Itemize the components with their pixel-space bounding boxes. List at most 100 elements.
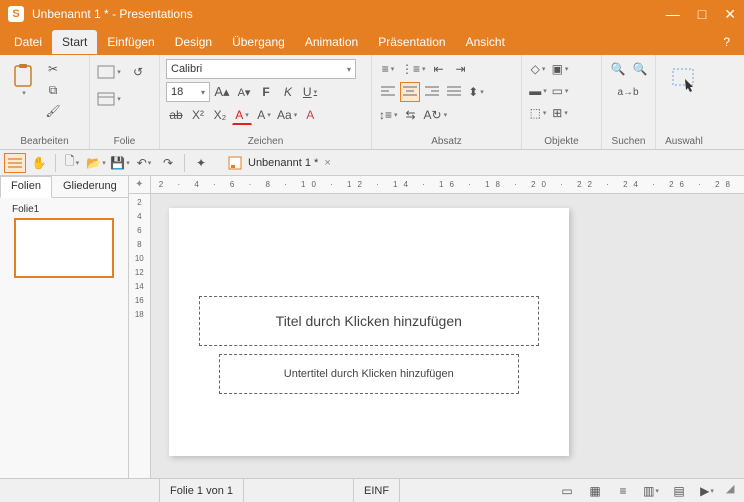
slide[interactable]: Titel durch Klicken hinzufügen Untertite… [169,208,569,456]
highlight-button[interactable]: A [254,105,274,125]
maximize-button[interactable]: □ [698,6,706,23]
view-sorter-button[interactable]: ▦ [584,481,606,501]
tab-start[interactable]: Start [52,30,97,54]
text-direction-button[interactable]: A↻ [423,105,449,125]
close-button[interactable]: ✕ [724,6,736,23]
align-center-button[interactable] [400,82,420,102]
horizontal-ruler[interactable]: 2 · 4 · 6 · 8 · 10 · 12 · 14 · 16 · 18 ·… [151,176,744,194]
help-button[interactable]: ? [713,30,740,54]
title-placeholder[interactable]: Titel durch Klicken hinzufügen [199,296,539,346]
ribbon: ✂ ⧉ 🖌 Bearbeiten ↺ Folie [0,55,744,150]
justify-icon [447,86,461,98]
indent-button[interactable]: ⇥ [451,59,471,79]
replace-button[interactable]: a→b [608,82,648,102]
hand-tool-button[interactable]: ✋ [28,153,50,173]
resize-grip[interactable]: ◢ [726,482,744,500]
layout-button[interactable] [96,86,122,112]
normal-view-button[interactable] [4,153,26,173]
undo-button[interactable]: ↶ [133,153,155,173]
copy-button[interactable]: ⧉ [43,80,63,100]
align-left-button[interactable] [378,82,398,102]
slides-tab[interactable]: Folien [0,176,52,198]
shapes-button[interactable]: ◇ [528,59,548,79]
select-button[interactable] [667,59,701,101]
arrange-order-button[interactable]: ⬚ [528,103,548,123]
clear-format-button[interactable]: A [300,105,320,125]
subtitle-placeholder[interactable]: Untertitel durch Klicken hinzufügen [219,354,519,394]
arrange-button[interactable]: ▣ [550,59,570,79]
view-notes-button[interactable]: ▤ [668,481,690,501]
new-doc-button[interactable]: 🗋 [61,153,83,173]
line-spacing-button[interactable]: ↕≡ [378,105,399,125]
tab-design[interactable]: Design [165,30,222,54]
underline-button[interactable]: U [300,82,320,102]
new-slide-button[interactable] [96,59,122,85]
document-tab[interactable]: Unbenannt 1 * × [220,154,339,172]
change-case-button[interactable]: Aa [276,105,298,125]
numbering-button[interactable]: ⋮≡ [400,59,427,79]
normal-view-icon [8,157,22,169]
group-label-character: Zeichen [166,134,365,149]
tab-datei[interactable]: Datei [4,30,52,54]
workspace: Folien Gliederung Folie1 ✦ 2 · 4 · 6 · 8… [0,176,744,478]
ruler-origin[interactable]: ✦ [129,176,151,194]
bullets-button[interactable]: ≡ [378,59,398,79]
tab-einfuegen[interactable]: Einfügen [97,30,164,54]
slide-thumb-label: Folie1 [6,204,122,215]
group-label-slide: Folie [96,134,153,149]
reset-slide-button[interactable]: ↺ [125,59,151,85]
slide-thumbnail-1[interactable] [14,218,114,278]
grow-font-button[interactable]: A▴ [212,82,232,102]
tab-animation[interactable]: Animation [295,30,368,54]
format-painter-button[interactable]: 🖌 [43,101,63,121]
outline-tab[interactable]: Gliederung [52,176,128,197]
subscript-button[interactable]: X₂ [210,105,230,125]
group-label-objects: Objekte [528,134,595,149]
bold-button[interactable]: F [256,82,276,102]
tab-uebergang[interactable]: Übergang [222,30,295,54]
view-normal-button[interactable]: ▭ [556,481,578,501]
align-right-icon [425,86,439,98]
save-button[interactable]: 💾 [109,153,131,173]
font-family-select[interactable]: Calibri▾ [166,59,356,79]
vertical-ruler[interactable]: 2 4 6 8 10 12 14 16 18 [129,194,151,478]
shape-fill-button[interactable]: ▬ [528,81,548,101]
strikethrough-button[interactable]: ab [166,105,186,125]
justify-button[interactable] [444,82,464,102]
view-presentation-button[interactable]: ▶ [696,481,718,501]
tab-ansicht[interactable]: Ansicht [456,30,515,54]
outdent-button[interactable]: ⇤ [429,59,449,79]
group-label-select: Auswahl [662,134,706,149]
superscript-button[interactable]: X² [188,105,208,125]
font-family-value: Calibri [171,63,202,75]
font-size-select[interactable]: 18▾ [166,82,210,102]
minimize-button[interactable]: — [666,6,680,23]
font-color-button[interactable]: A [232,105,252,125]
view-master-button[interactable]: ▥ [640,481,662,501]
insert-object-button[interactable]: ✦ [190,153,212,173]
font-size-value: 18 [171,86,183,98]
status-empty [0,479,160,502]
tabs-button[interactable]: ⇆ [401,105,421,125]
group-button[interactable]: ⊞ [550,103,570,123]
cut-button[interactable]: ✂ [43,59,63,79]
paste-button[interactable] [6,59,40,101]
find-button[interactable]: 🔍 [608,59,628,79]
shape-outline-button[interactable]: ▭ [550,81,570,101]
align-right-button[interactable] [422,82,442,102]
slide-canvas[interactable]: Titel durch Klicken hinzufügen Untertite… [151,194,744,478]
shrink-font-button[interactable]: A▾ [234,82,254,102]
layout-icon [97,90,115,108]
slide-icon [97,63,115,81]
view-outline-button[interactable]: ≡ [612,481,634,501]
status-bar: Folie 1 von 1 EINF ▭ ▦ ≡ ▥ ▤ ▶ ◢ [0,478,744,502]
open-doc-button[interactable]: 📂 [85,153,107,173]
find-next-button[interactable]: 🔍 [630,59,650,79]
tab-praesentation[interactable]: Präsentation [368,30,455,54]
status-insert-mode[interactable]: EINF [354,479,400,502]
redo-button[interactable]: ↷ [157,153,179,173]
title-bar: S Unbenannt 1 * - Presentations — □ ✕ [0,0,744,28]
vertical-align-button[interactable]: ⬍ [466,82,486,102]
italic-button[interactable]: K [278,82,298,102]
doc-tab-close[interactable]: × [324,157,330,169]
